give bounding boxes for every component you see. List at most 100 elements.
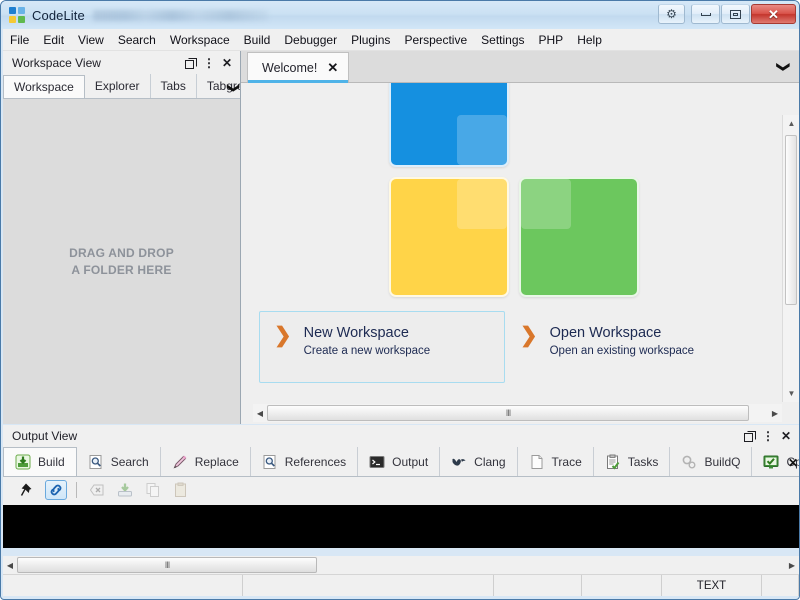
- menu-item-help[interactable]: Help: [570, 31, 609, 49]
- output-horizontal-scrollbar[interactable]: ◀ III ▶: [3, 556, 799, 574]
- menu-bar: File Edit View Search Workspace Build De…: [3, 29, 799, 51]
- menu-item-build[interactable]: Build: [237, 31, 278, 49]
- menu-item-search[interactable]: Search: [111, 31, 163, 49]
- panel-menu-icon[interactable]: ⋮: [762, 430, 774, 442]
- copy-pages-icon: [146, 483, 159, 497]
- output-tabs-overflow-icon[interactable]: ✕: [788, 456, 798, 470]
- editor-tab-bar: Welcome! ✕ ❯: [241, 51, 799, 83]
- float-panel-icon[interactable]: [184, 57, 197, 69]
- horizontal-scroll-thumb[interactable]: III: [267, 405, 749, 421]
- open-workspace-action[interactable]: ❯ Open Workspace Open an existing worksp…: [505, 311, 751, 383]
- minimize-icon: [700, 12, 711, 16]
- output-tab-replace-label: Replace: [194, 454, 239, 469]
- menu-item-edit[interactable]: Edit: [36, 31, 71, 49]
- workspace-view-caption: Workspace View ⋮ ✕: [3, 51, 240, 74]
- output-tab-tasks-label: Tasks: [627, 454, 659, 469]
- clear-button[interactable]: [86, 480, 108, 500]
- new-workspace-action[interactable]: ❯ New Workspace Create a new workspace: [259, 311, 505, 383]
- save-button[interactable]: [114, 480, 136, 500]
- panel-close-icon[interactable]: ✕: [781, 430, 791, 442]
- tab-explorer[interactable]: Explorer: [85, 74, 151, 98]
- output-view-toolbar: [3, 477, 799, 503]
- tab-explorer-label: Explorer: [94, 79, 140, 93]
- output-tab-references-label: References: [284, 454, 347, 469]
- minimize-button[interactable]: [691, 4, 720, 24]
- output-tab-output-label: Output: [392, 454, 429, 469]
- status-cell-message: [3, 575, 243, 596]
- blue-tile-accent: [457, 115, 507, 165]
- copy-button[interactable]: [142, 480, 164, 500]
- welcome-actions: ❯ New Workspace Create a new workspace ❯…: [259, 311, 769, 383]
- codelite-logo-icon: [9, 7, 25, 23]
- welcome-horizontal-scrollbar[interactable]: ◀ III ▶: [253, 404, 782, 422]
- settings-button[interactable]: ⚙: [658, 4, 685, 24]
- search-magnifier-icon: [89, 454, 102, 469]
- scroll-up-arrow-icon[interactable]: ▲: [783, 115, 799, 132]
- panel-close-icon[interactable]: ✕: [222, 57, 232, 69]
- welcome-vertical-scrollbar[interactable]: ▲ ▼: [782, 115, 799, 402]
- menu-item-perspective[interactable]: Perspective: [397, 31, 474, 49]
- output-tab-build[interactable]: Build: [3, 447, 77, 476]
- output-tab-replace[interactable]: Replace: [161, 447, 251, 476]
- tab-tabs[interactable]: Tabs: [151, 74, 197, 98]
- open-workspace-subtitle: Open an existing workspace: [549, 345, 695, 357]
- drag-drop-line1: DRAG AND DROP: [69, 245, 174, 260]
- close-icon: ✕: [768, 6, 779, 22]
- menu-item-plugins[interactable]: Plugins: [344, 31, 397, 49]
- clear-x-icon: [89, 484, 104, 496]
- maximize-button[interactable]: [721, 4, 750, 24]
- yellow-tile-accent: [457, 179, 507, 229]
- status-cell-detail: [243, 575, 494, 596]
- green-tile: [519, 177, 639, 297]
- horizontal-scroll-track[interactable]: III: [267, 405, 768, 421]
- menu-item-view[interactable]: View: [71, 31, 111, 49]
- output-scroll-right-arrow-icon[interactable]: ▶: [785, 561, 799, 570]
- maximize-icon: [730, 9, 741, 19]
- panel-menu-icon[interactable]: ⋮: [203, 57, 215, 69]
- scroll-down-arrow-icon[interactable]: ▼: [783, 385, 799, 402]
- output-tab-trace-label: Trace: [551, 454, 582, 469]
- editor-tabs-chevron-down-icon[interactable]: ❯: [776, 62, 792, 73]
- window-title: CodeLite: [32, 7, 85, 23]
- output-scroll-left-arrow-icon[interactable]: ◀: [3, 561, 17, 570]
- output-view-panel: Output View ⋮ ✕ Build Search Replace Ref…: [3, 425, 799, 548]
- menu-item-php[interactable]: PHP: [532, 31, 571, 49]
- output-console[interactable]: [3, 505, 799, 548]
- paste-button[interactable]: [170, 480, 192, 500]
- new-workspace-title: New Workspace: [303, 325, 409, 341]
- workspace-drop-area[interactable]: DRAG AND DROP A FOLDER HERE: [3, 99, 240, 424]
- new-workspace-subtitle: Create a new workspace: [303, 345, 431, 357]
- chevron-right-icon: ❯: [274, 324, 292, 347]
- output-view-tabs: Build Search Replace References Output C…: [3, 447, 799, 477]
- tab-workspace[interactable]: Workspace: [3, 75, 85, 98]
- welcome-page: ❯ New Workspace Create a new workspace ❯…: [241, 83, 799, 424]
- output-tab-references[interactable]: References: [251, 447, 359, 476]
- drag-drop-line2: A FOLDER HERE: [71, 262, 172, 277]
- link-button[interactable]: [45, 480, 67, 500]
- scroll-right-arrow-icon[interactable]: ▶: [768, 409, 782, 418]
- workspace-view-tabs: Workspace Explorer Tabs Tabgroups ❯: [3, 74, 240, 99]
- pin-button[interactable]: [17, 480, 39, 500]
- tab-tabs-label: Tabs: [160, 79, 186, 93]
- vertical-scroll-thumb[interactable]: [785, 135, 797, 305]
- trace-page-icon: [531, 454, 543, 469]
- tab-welcome[interactable]: Welcome! ✕: [247, 52, 350, 83]
- output-tab-trace[interactable]: Trace: [518, 447, 594, 476]
- output-tab-search[interactable]: Search: [77, 447, 161, 476]
- menu-item-debugger[interactable]: Debugger: [277, 31, 344, 49]
- menu-item-file[interactable]: File: [3, 31, 36, 49]
- chevron-down-icon[interactable]: ❯: [227, 83, 240, 93]
- output-tab-output[interactable]: Output: [358, 447, 441, 476]
- float-panel-icon[interactable]: [743, 431, 756, 442]
- output-tab-tasks[interactable]: Tasks: [594, 447, 671, 476]
- menu-item-settings[interactable]: Settings: [474, 31, 531, 49]
- menu-item-workspace[interactable]: Workspace: [163, 31, 237, 49]
- scroll-left-arrow-icon[interactable]: ◀: [253, 409, 267, 418]
- tab-welcome-close-icon[interactable]: ✕: [327, 61, 338, 74]
- output-scroll-track[interactable]: III: [17, 557, 785, 573]
- output-scroll-thumb[interactable]: III: [17, 557, 317, 573]
- status-cell-mode: [582, 575, 662, 596]
- close-button[interactable]: ✕: [751, 4, 796, 24]
- output-tab-clang[interactable]: Clang: [440, 447, 518, 476]
- output-tab-buildq[interactable]: BuildQ: [670, 447, 753, 476]
